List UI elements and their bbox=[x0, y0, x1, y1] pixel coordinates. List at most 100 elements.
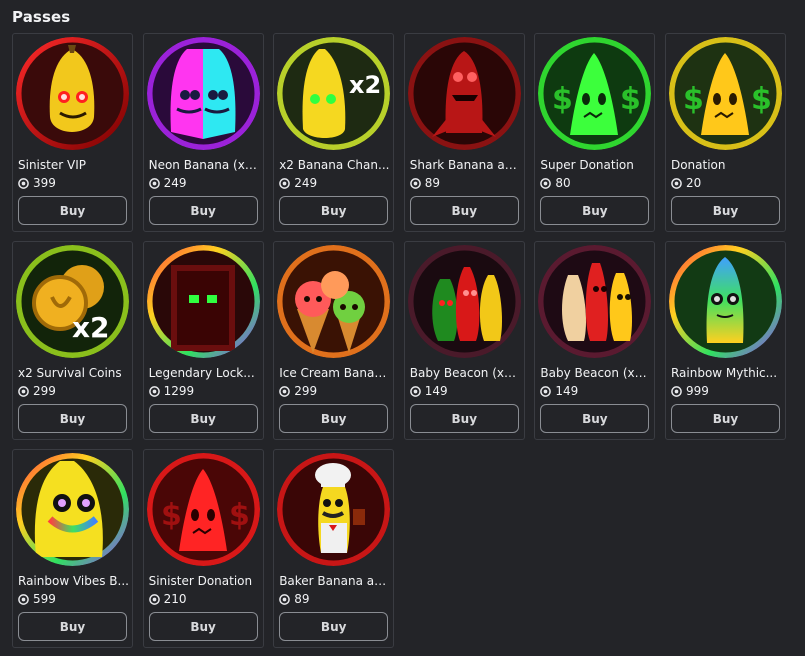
robux-icon bbox=[148, 385, 160, 397]
price-value: 299 bbox=[33, 384, 56, 398]
price: 249 bbox=[148, 176, 187, 190]
baby-beacon-icon[interactable] bbox=[407, 245, 521, 358]
pass-name: x2 Banana Chan... bbox=[279, 158, 390, 172]
price-value: 149 bbox=[424, 384, 448, 398]
pass-card[interactable]: Shark Banana an... 89 Buy bbox=[403, 33, 525, 232]
svg-text:$: $ bbox=[161, 498, 182, 533]
price-value: 149 bbox=[555, 384, 579, 398]
passes-section: Passes Sinister VIP 399 Buy Neon Banana … bbox=[12, 8, 805, 648]
buy-button[interactable]: Buy bbox=[540, 404, 650, 433]
pass-card[interactable]: x2 x2 Survival Coins 299 Buy bbox=[12, 241, 133, 440]
buy-button[interactable]: Buy bbox=[18, 612, 127, 641]
legendary-locker-icon[interactable] bbox=[146, 245, 260, 358]
price: 89 bbox=[279, 592, 309, 606]
price-value: 249 bbox=[294, 176, 318, 190]
buy-button[interactable]: Buy bbox=[148, 404, 258, 433]
price: 249 bbox=[279, 176, 317, 190]
x2-badge: x2 bbox=[349, 71, 381, 99]
buy-button[interactable]: Buy bbox=[409, 196, 519, 225]
pass-card[interactable]: $ $ Super Donation 80 Buy bbox=[534, 33, 656, 232]
price-value: 80 bbox=[555, 176, 571, 190]
ice-cream-banana-icon[interactable] bbox=[277, 245, 391, 358]
robux-icon bbox=[671, 385, 682, 397]
pass-card[interactable]: $ $ Sinister Donation 210 Buy bbox=[142, 449, 264, 648]
pass-name: Baker Banana an... bbox=[279, 574, 392, 588]
price: 399 bbox=[18, 176, 56, 190]
pass-name: Baby Beacon (x3... bbox=[540, 366, 653, 380]
price: 89 bbox=[409, 176, 441, 190]
pass-card[interactable]: x2 x2 Banana Chan... 249 Buy bbox=[273, 33, 395, 232]
buy-button[interactable]: Buy bbox=[279, 196, 389, 225]
pass-name: Sinister Donation bbox=[148, 574, 253, 588]
pass-card[interactable]: Rainbow Vibes B... 599 Buy bbox=[12, 449, 133, 648]
baker-banana-icon[interactable] bbox=[277, 453, 391, 566]
pass-name: Rainbow Vibes B... bbox=[18, 574, 129, 588]
price: 80 bbox=[540, 176, 571, 190]
price-value: 399 bbox=[33, 176, 56, 190]
shark-banana-icon[interactable] bbox=[407, 37, 521, 150]
pass-card[interactable]: Baker Banana an... 89 Buy bbox=[273, 449, 395, 648]
buy-button[interactable]: Buy bbox=[148, 612, 258, 641]
robux-icon bbox=[540, 385, 552, 397]
svg-text:$: $ bbox=[683, 82, 704, 117]
buy-button[interactable]: Buy bbox=[279, 612, 389, 641]
price: 210 bbox=[148, 592, 187, 606]
rainbow-vibes-banana-icon[interactable] bbox=[16, 453, 129, 566]
pass-name: x2 Survival Coins bbox=[18, 366, 122, 380]
price: 999 bbox=[671, 384, 709, 398]
price-value: 89 bbox=[294, 592, 310, 606]
pass-card[interactable]: Sinister VIP 399 Buy bbox=[12, 33, 133, 232]
pass-card[interactable]: Baby Beacon (x3... 149 Buy bbox=[534, 241, 656, 440]
robux-icon bbox=[409, 385, 421, 397]
buy-button[interactable]: Buy bbox=[540, 196, 650, 225]
buy-button[interactable]: Buy bbox=[279, 404, 389, 433]
baby-beacon-icon[interactable] bbox=[538, 245, 652, 358]
pass-name: Shark Banana an... bbox=[409, 158, 522, 172]
buy-button[interactable]: Buy bbox=[670, 404, 780, 433]
buy-button[interactable]: Buy bbox=[409, 404, 519, 433]
buy-button[interactable]: Buy bbox=[670, 196, 780, 225]
price: 299 bbox=[279, 384, 317, 398]
pass-card[interactable]: Baby Beacon (x3... 149 Buy bbox=[403, 241, 525, 440]
buy-button[interactable]: Buy bbox=[18, 404, 127, 433]
price: 20 bbox=[671, 176, 701, 190]
pass-card[interactable]: $ $ Donation 20 Buy bbox=[664, 33, 786, 232]
robux-icon bbox=[279, 593, 291, 605]
price-value: 999 bbox=[685, 384, 709, 398]
pass-name: Ice Cream Banan... bbox=[279, 366, 392, 380]
robux-icon bbox=[279, 385, 291, 397]
rainbow-mythic-icon[interactable] bbox=[668, 245, 782, 358]
pass-card[interactable]: Rainbow Mythic... 999 Buy bbox=[664, 241, 786, 440]
pass-card[interactable]: Legendary Lock... 1299 Buy bbox=[142, 241, 264, 440]
svg-text:$: $ bbox=[620, 82, 641, 117]
passes-grid: Sinister VIP 399 Buy Neon Banana (x2... … bbox=[12, 33, 805, 648]
pass-name: Donation bbox=[670, 158, 726, 172]
x2-survival-coins-icon[interactable]: x2 bbox=[16, 245, 129, 358]
price: 299 bbox=[18, 384, 56, 398]
pass-name: Neon Banana (x2... bbox=[148, 158, 261, 172]
price-value: 89 bbox=[424, 176, 441, 190]
buy-button[interactable]: Buy bbox=[18, 196, 127, 225]
pass-card[interactable]: Neon Banana (x2... 249 Buy bbox=[142, 33, 264, 232]
neon-banana-icon[interactable] bbox=[146, 37, 260, 150]
price: 149 bbox=[540, 384, 578, 398]
pass-card[interactable]: Ice Cream Banan... 299 Buy bbox=[273, 241, 395, 440]
pass-name: Rainbow Mythic... bbox=[670, 366, 778, 380]
robux-icon bbox=[148, 593, 160, 605]
donation-icon[interactable]: $ $ bbox=[668, 37, 782, 150]
price-value: 1299 bbox=[163, 384, 195, 398]
x2-banana-chance-icon[interactable]: x2 bbox=[277, 37, 391, 150]
price-value: 20 bbox=[685, 176, 702, 190]
section-title: Passes bbox=[12, 8, 71, 26]
super-donation-icon[interactable]: $ $ bbox=[538, 37, 652, 150]
robux-icon bbox=[148, 177, 160, 189]
sinister-vip-icon[interactable] bbox=[16, 37, 129, 150]
robux-icon bbox=[409, 177, 421, 189]
buy-button[interactable]: Buy bbox=[148, 196, 258, 225]
robux-icon bbox=[671, 177, 682, 189]
price-value: 299 bbox=[294, 384, 318, 398]
robux-icon bbox=[279, 177, 291, 189]
robux-icon bbox=[18, 593, 29, 605]
sinister-donation-icon[interactable]: $ $ bbox=[146, 453, 260, 566]
pass-name: Sinister VIP bbox=[18, 158, 86, 172]
